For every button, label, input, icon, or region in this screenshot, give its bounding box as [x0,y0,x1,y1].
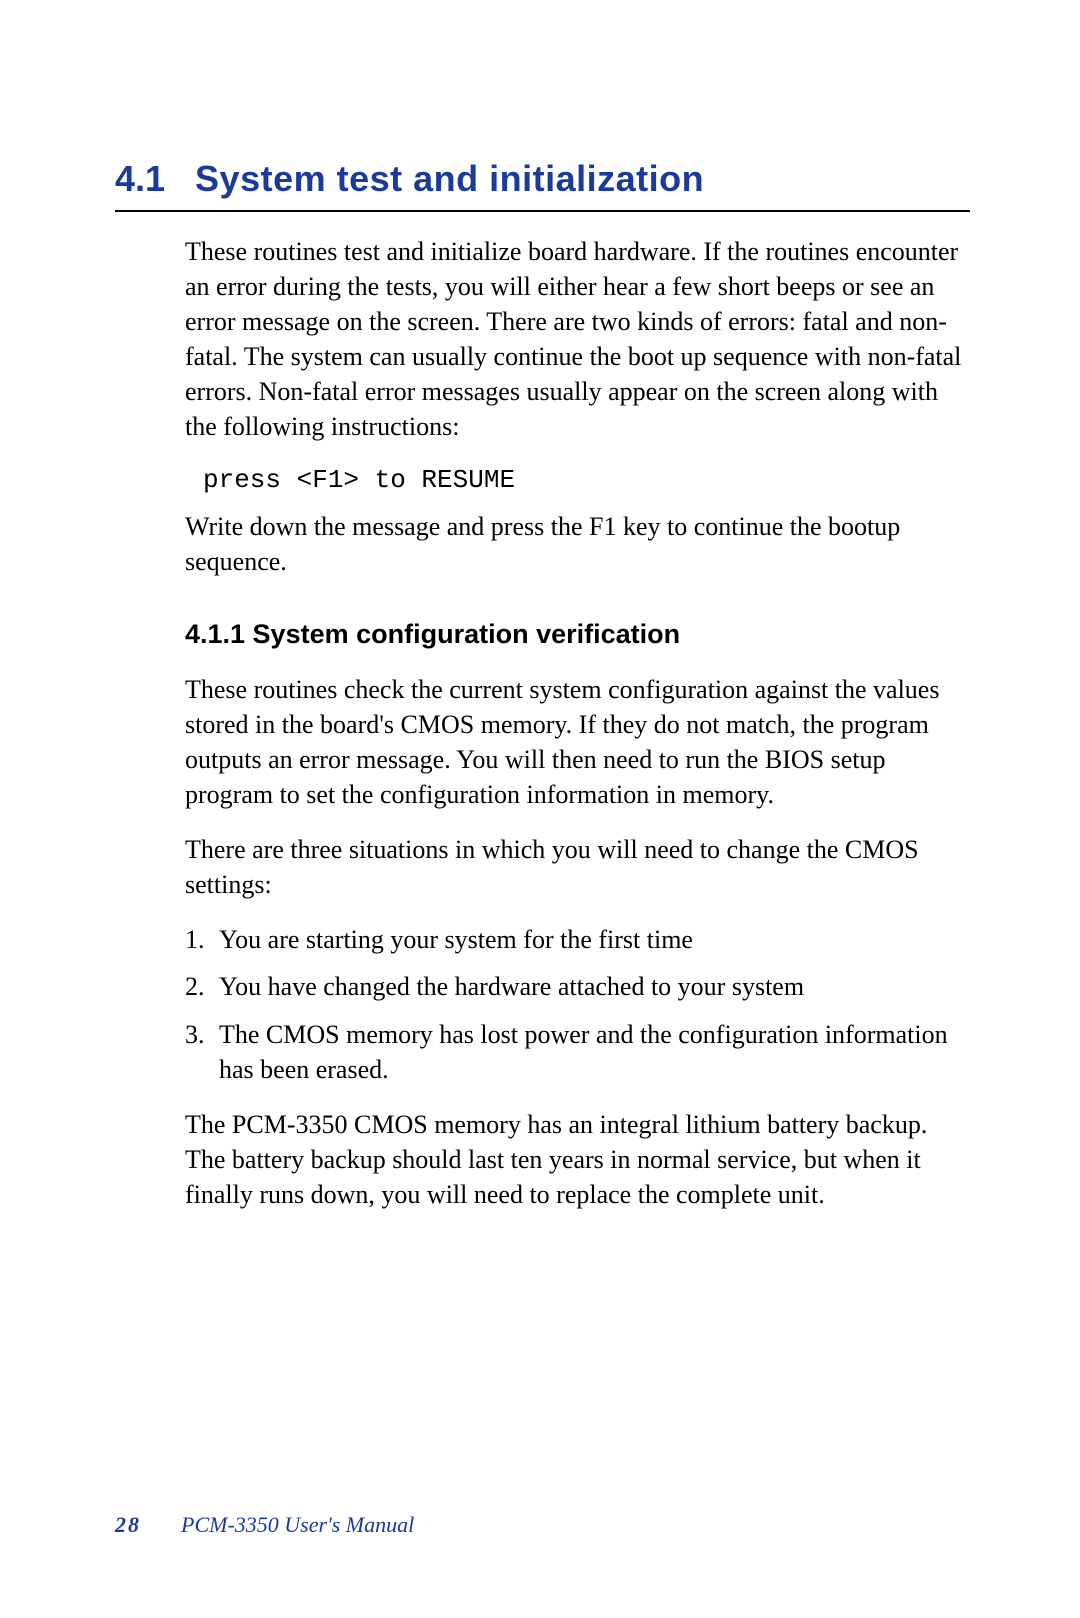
subsection-heading: 4.1.1 System configuration verification [185,619,970,650]
code-instruction: press <F1> to RESUME [185,465,970,495]
intro-paragraph: These routines test and initialize board… [185,234,970,445]
list-number: 3. [185,1017,219,1087]
list-item: 2. You have changed the hardware attache… [185,969,970,1004]
footer-manual-title: PCM-3350 User's Manual [181,1512,414,1538]
section-number: 4.1 [115,158,165,200]
list-text: You have changed the hardware attached t… [219,969,970,1004]
list-item: 3. The CMOS memory has lost power and th… [185,1017,970,1087]
list-item: 1. You are starting your system for the … [185,922,970,957]
post-code-paragraph: Write down the message and press the F1 … [185,509,970,579]
list-text: You are starting your system for the fir… [219,922,970,957]
subsection-paragraph-1: These routines check the current system … [185,672,970,812]
subsection-paragraph-2: There are three situations in which you … [185,832,970,902]
document-page: 4.1 System test and initialization These… [0,0,1080,1212]
list-number: 1. [185,922,219,957]
list-number: 2. [185,969,219,1004]
section-heading: 4.1 System test and initialization [115,158,970,212]
section-title: System test and initialization [195,158,704,200]
page-footer: 28 PCM-3350 User's Manual [115,1512,414,1538]
numbered-list: 1. You are starting your system for the … [185,922,970,1086]
page-number: 28 [115,1512,141,1538]
section-content: These routines test and initialize board… [115,234,970,1212]
list-text: The CMOS memory has lost power and the c… [219,1017,970,1087]
subsection-paragraph-3: The PCM-3350 CMOS memory has an integral… [185,1107,970,1212]
